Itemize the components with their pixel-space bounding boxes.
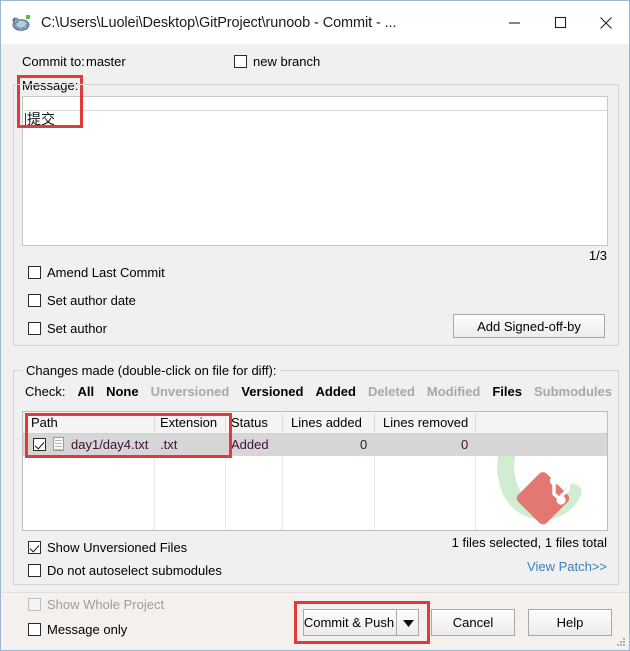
window-title: C:\Users\Luolei\Desktop\GitProject\runoo… <box>41 14 397 31</box>
message-only-checkbox[interactable]: Message only <box>28 622 127 637</box>
changes-group-label: Changes made (double-click on file for d… <box>23 363 280 378</box>
message-only-label: Message only <box>47 622 128 637</box>
minimize-button[interactable] <box>491 2 537 44</box>
do-not-autoselect-submodules-box <box>28 564 41 577</box>
filter-all[interactable]: All <box>77 384 94 399</box>
set-author-label: Set author <box>47 321 107 336</box>
filter-added[interactable]: Added <box>315 384 355 399</box>
filter-versioned[interactable]: Versioned <box>241 384 303 399</box>
file-list-header: Path Extension Status Lines added Lines … <box>23 412 607 434</box>
show-unversioned-files-label: Show Unversioned Files <box>47 540 188 555</box>
set-author-checkbox[interactable]: Set author <box>28 321 107 336</box>
column-header-lines-removed[interactable]: Lines removed <box>383 415 468 430</box>
tortoisegit-icon <box>11 13 33 33</box>
file-icon <box>53 437 64 451</box>
commit-branch-value: master <box>86 54 126 69</box>
set-author-date-box <box>28 294 41 307</box>
column-header-path[interactable]: Path <box>31 415 58 430</box>
filter-unversioned: Unversioned <box>150 384 230 399</box>
row-checkbox[interactable] <box>33 438 46 451</box>
set-author-box <box>28 322 41 335</box>
resize-grip-icon[interactable] <box>616 637 626 647</box>
amend-last-commit-label: Amend Last Commit <box>47 265 165 280</box>
message-only-box <box>28 623 41 636</box>
view-patch-link[interactable]: View Patch>> <box>527 559 607 574</box>
show-unversioned-files-checkbox[interactable]: Show Unversioned Files <box>28 540 187 555</box>
cell-lines-added: 0 <box>360 437 368 452</box>
file-list[interactable]: Path Extension Status Lines added Lines … <box>22 411 608 531</box>
new-branch-checkbox[interactable]: new branch <box>234 54 320 69</box>
filter-modified: Modified <box>426 384 481 399</box>
cell-extension: .txt <box>160 437 178 452</box>
amend-last-commit-box <box>28 266 41 279</box>
filter-none[interactable]: None <box>106 384 139 399</box>
show-whole-project-checkbox: Show Whole Project <box>28 597 164 612</box>
cell-status: Added <box>231 437 269 452</box>
table-row[interactable]: day1/day4.txt .txt Added 0 0 <box>23 434 607 456</box>
show-unversioned-files-box <box>28 541 41 554</box>
column-header-lines-added[interactable]: Lines added <box>291 415 362 430</box>
new-branch-box <box>234 55 247 68</box>
column-header-extension[interactable]: Extension <box>160 415 217 430</box>
amend-last-commit-checkbox[interactable]: Amend Last Commit <box>28 265 165 280</box>
cell-path: day1/day4.txt <box>71 437 149 452</box>
set-author-date-label: Set author date <box>47 293 136 308</box>
maximize-button[interactable] <box>537 2 583 44</box>
do-not-autoselect-submodules-label: Do not autoselect submodules <box>47 563 222 578</box>
filter-deleted: Deleted <box>367 384 415 399</box>
show-whole-project-label: Show Whole Project <box>47 597 165 612</box>
check-filter-row: Check: All None Unversioned Versioned Ad… <box>25 384 612 399</box>
close-button[interactable] <box>583 2 629 44</box>
filter-files[interactable]: Files <box>492 384 522 399</box>
set-author-date-checkbox[interactable]: Set author date <box>28 293 136 308</box>
cell-lines-removed: 0 <box>461 437 469 452</box>
add-signed-off-by-button[interactable]: Add Signed-off-by <box>453 314 605 338</box>
show-whole-project-box <box>28 598 41 611</box>
help-button[interactable]: Help <box>528 609 612 636</box>
column-header-status[interactable]: Status <box>231 415 268 430</box>
check-label: Check: <box>25 384 66 399</box>
commit-to-label: Commit to: <box>22 54 85 69</box>
commit-dropdown-button[interactable] <box>396 610 420 635</box>
commit-and-push-label: Commit & Push <box>303 615 395 630</box>
filter-submodules: Submodules <box>533 384 612 399</box>
commit-dialog-window: C:\Users\Luolei\Desktop\GitProject\runoo… <box>0 0 630 651</box>
chevron-down-icon <box>403 619 414 627</box>
cancel-button[interactable]: Cancel <box>431 609 515 636</box>
new-branch-label: new branch <box>253 54 321 69</box>
files-status-text: 1 files selected, 1 files total <box>451 535 607 550</box>
do-not-autoselect-submodules-checkbox[interactable]: Do not autoselect submodules <box>28 563 222 578</box>
title-bar: C:\Users\Luolei\Desktop\GitProject\runoo… <box>1 1 629 44</box>
